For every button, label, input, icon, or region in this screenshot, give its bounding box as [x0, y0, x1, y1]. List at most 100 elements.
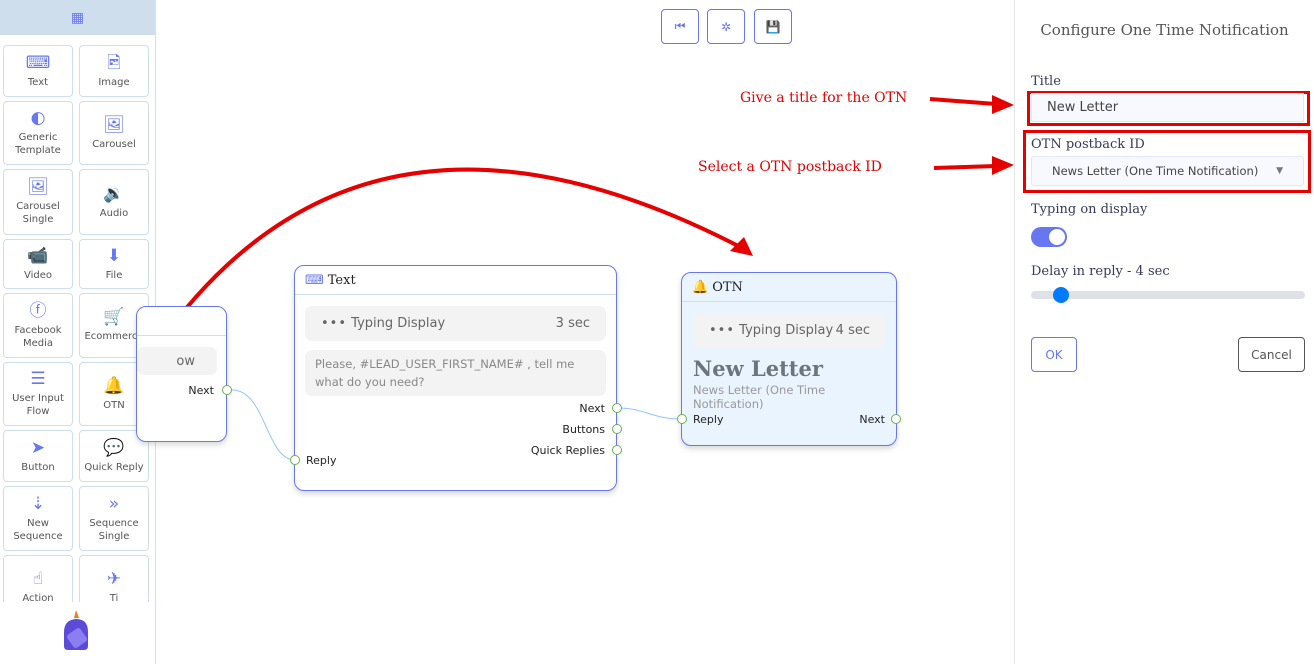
config-panel: Configure One Time Notification Title Ne… [1014, 0, 1314, 664]
typing-toggle[interactable] [1031, 227, 1067, 247]
palette-item-label: Text [27, 76, 49, 88]
palette-item-text[interactable]: ⌨ Text [3, 45, 73, 97]
port-label: Next [188, 384, 214, 397]
plane-departure-icon: ✈ [106, 568, 122, 589]
ok-button[interactable]: OK [1031, 337, 1077, 372]
palette-item-label: Audio [99, 207, 129, 219]
node-text: ow [176, 353, 195, 369]
palette-item-label: Image [98, 76, 130, 88]
palette-item-sequence-single[interactable]: » Sequence Single [79, 486, 149, 551]
angle-double-right-icon: » [108, 493, 120, 514]
output-port-next[interactable] [612, 403, 622, 413]
panel-title: Configure One Time Notification [1040, 21, 1289, 39]
facebook-icon: ⓕ [29, 300, 47, 321]
slider-handle[interactable] [1052, 287, 1069, 303]
typing-display: ••• Typing Display [321, 316, 446, 331]
message-text: Please, #LEAD_USER_FIRST_NAME# , tell me… [305, 350, 606, 396]
palette-item-carousel-single[interactable]: 🖼 Carousel Single [3, 169, 73, 235]
connection-line [616, 407, 683, 420]
postback-value: News Letter (One Time Notification) [1052, 164, 1259, 178]
palette-item-label: Video [23, 269, 53, 281]
flow-node-partial[interactable]: ow Next [136, 306, 227, 442]
input-port-reply[interactable] [290, 455, 300, 465]
palette-item-label: User Input Flow [12, 393, 64, 417]
palette-item-label: Quick Reply [84, 461, 144, 473]
port-label: Buttons [562, 423, 605, 436]
keyboard-icon: ⌨ [305, 272, 324, 288]
flow-node-otn[interactable]: 🔔 OTN ••• Typing Display 4 sec New Letter… [681, 272, 897, 446]
otn-heading: New Letter [693, 356, 823, 381]
palette-item-label: Ti [109, 592, 119, 603]
palette-item-label: Facebook Media [14, 324, 62, 349]
input-port-reply[interactable] [677, 414, 687, 424]
delay-slider[interactable] [1031, 287, 1305, 303]
flow-canvas[interactable]: ⏮ ✲ 💾 ow Next ⌨ Text ••• Typing Display 3… [136, 0, 1014, 664]
images-icon: 🖼 [103, 114, 125, 135]
annotation-postback-hint: Select a OTN postback ID [698, 159, 882, 175]
palette-item-new-sequence[interactable]: ⇣ New Sequence [3, 486, 73, 551]
palette-item-button[interactable]: ➤ Button [3, 430, 73, 482]
bell-icon: 🔔 [103, 375, 125, 396]
file-video-icon: 📹 [27, 245, 49, 266]
cart-plus-icon: 🛒 [103, 307, 125, 327]
grid-icon[interactable]: ▦ [0, 0, 155, 35]
bell-icon: 🔔 [692, 279, 709, 295]
palette-item-label: Action [22, 592, 54, 603]
palette-item-label: Button [21, 461, 55, 473]
palette-item-image[interactable]: 🖻 Image [79, 45, 149, 97]
palette-item-video[interactable]: 📹 Video [3, 239, 73, 289]
cancel-button[interactable]: Cancel [1238, 337, 1305, 372]
file-audio-icon: 🔉 [103, 183, 125, 204]
node-title: Text [327, 272, 356, 288]
typing-label: Typing on display [1031, 202, 1148, 217]
half-circle-icon: ◐ [30, 108, 46, 128]
paper-plane-icon: ➤ [30, 437, 46, 458]
port-label: Quick Replies [530, 444, 605, 457]
file-image-icon: 🖻 [107, 52, 121, 73]
palette-item-label: File [105, 269, 123, 281]
sort-numeric-icon: ⇣ [30, 493, 46, 514]
port-label: Next [579, 402, 605, 415]
annotation-arrows [929, 95, 1014, 175]
palette-item-label: New Sequence [13, 517, 63, 542]
palette-item-label: Carousel Single [16, 201, 60, 225]
output-port-quick-replies[interactable] [612, 445, 622, 455]
postback-select[interactable]: News Letter (One Time Notification) ▼ [1031, 156, 1304, 186]
output-port-buttons[interactable] [612, 424, 622, 434]
sidebar: ▦ ⌨ Text 🖻 Image ◐ Generic Template 🖼 Carousel 🖼… [0, 0, 156, 664]
palette-item-facebook-media[interactable]: ⓕ Facebook Media [3, 293, 73, 358]
app-logo [64, 610, 88, 650]
palette-item-audio[interactable]: 🔉 Audio [79, 169, 149, 235]
keyboard-icon: ⌨ [25, 52, 51, 73]
typing-delay: 3 sec [555, 316, 590, 331]
palette-item-label: OTN [103, 399, 125, 411]
file-download-icon: ⬇ [106, 245, 122, 266]
port-label: Reply [306, 454, 337, 467]
flow-node-text[interactable]: ⌨ Text ••• Typing Display 3 sec Please, #… [294, 265, 617, 491]
typing-delay: 4 sec [835, 323, 870, 338]
caret-down-icon: ▼ [1276, 166, 1283, 176]
node-title: OTN [712, 279, 743, 295]
title-label: Title [1031, 74, 1061, 89]
palette-item-label: Ecommerce [84, 331, 144, 342]
delay-label: Delay in reply - 4 sec [1031, 264, 1170, 279]
palette-item-ti[interactable]: ✈ Ti [79, 555, 149, 602]
palette-item-action[interactable]: ☝ Action [3, 555, 73, 602]
palette-item-label: Sequence Single [89, 517, 139, 542]
palette-item-generic-template[interactable]: ◐ Generic Template [3, 101, 73, 165]
typing-display: ••• Typing Display [709, 323, 834, 338]
palette-item-carousel[interactable]: 🖼 Carousel [79, 101, 149, 165]
output-port-next[interactable] [891, 414, 901, 424]
connection-line [231, 389, 296, 461]
comment-dots-icon: 💬 [103, 437, 125, 458]
palette-item-label: Generic Template [15, 132, 61, 156]
palette-item-label: Carousel [92, 138, 136, 150]
output-port-next[interactable] [222, 385, 232, 395]
postback-label: OTN postback ID [1031, 137, 1145, 152]
title-input[interactable]: New Letter [1031, 93, 1304, 122]
hand-pointer-icon: ☝ [32, 568, 44, 589]
palette-item-user-input-flow[interactable]: ☰ User Input Flow [3, 362, 73, 426]
annotation-title-hint: Give a title for the OTN [740, 90, 908, 106]
port-label: Reply [693, 413, 724, 426]
palette-item-file[interactable]: ⬇ File [79, 239, 149, 289]
